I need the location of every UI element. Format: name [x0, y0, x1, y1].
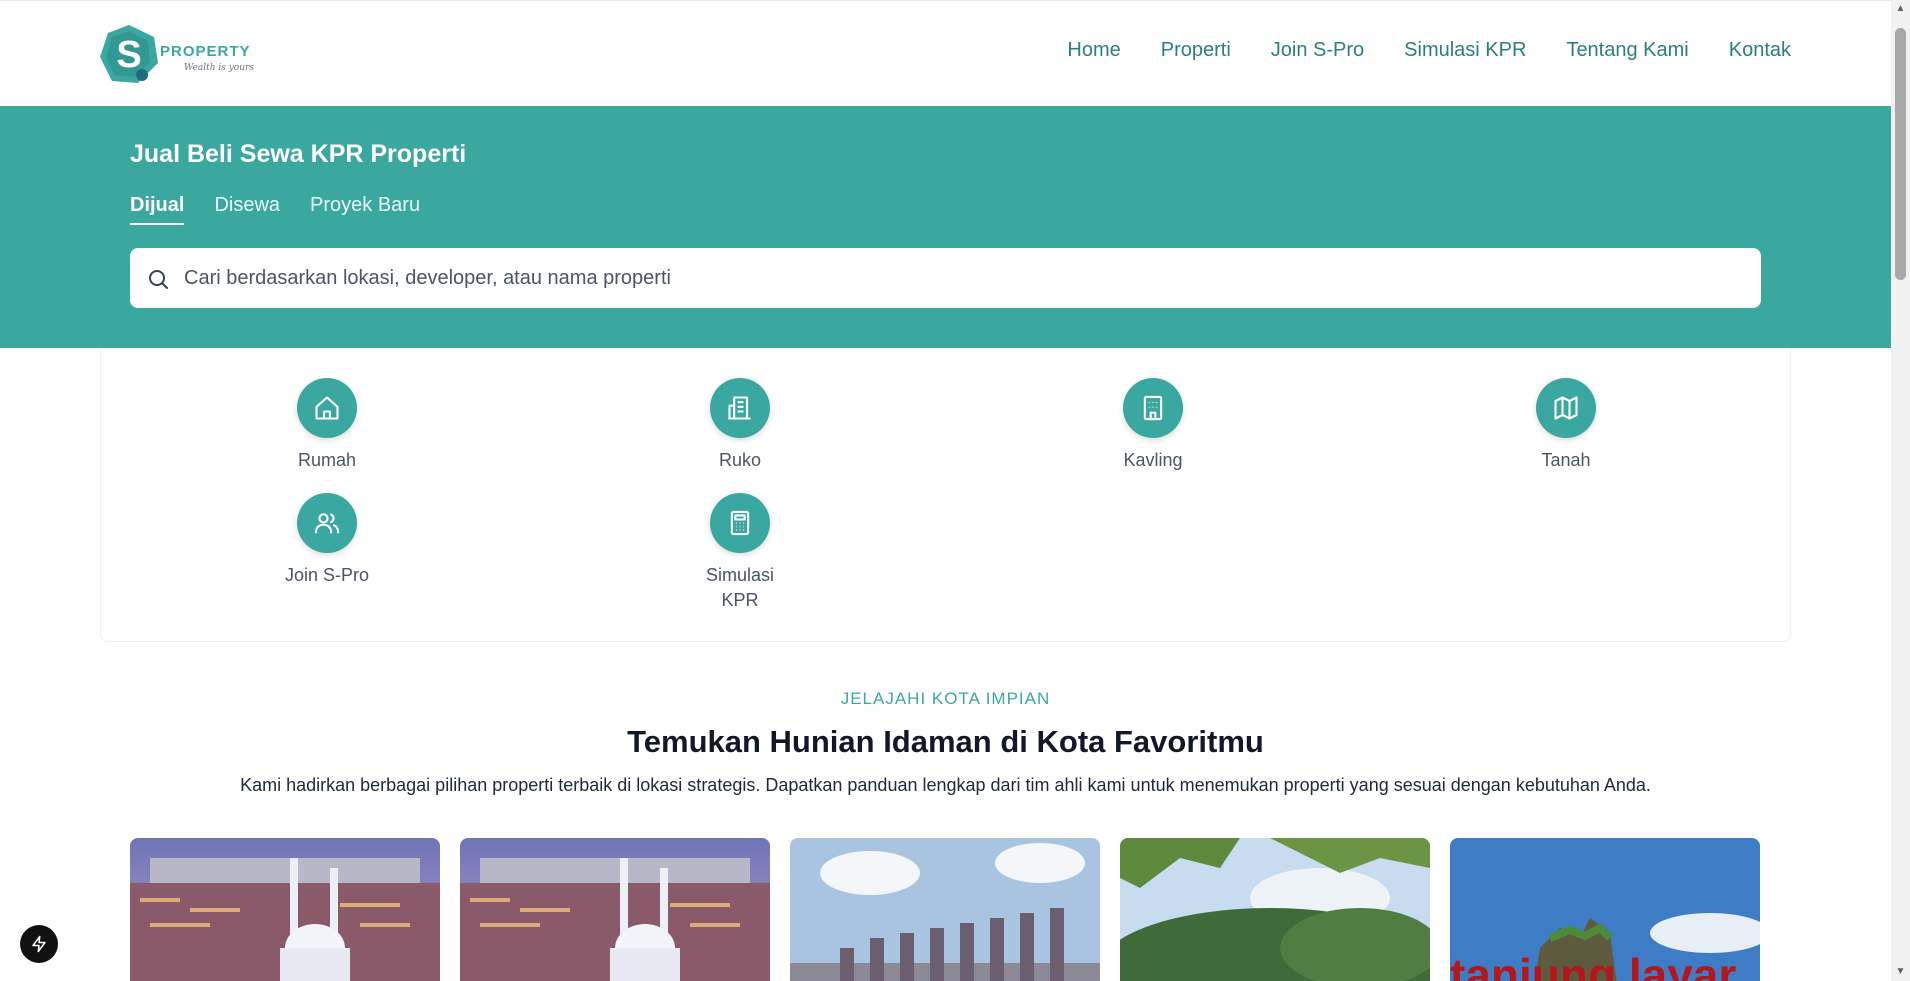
logo-wordmark: PROPERTY [160, 43, 251, 60]
search-icon [149, 270, 168, 289]
search-box [130, 248, 1761, 308]
category-kavling[interactable]: Kavling [1093, 378, 1213, 473]
main-nav: Home Properti Join S-Pro Simulasi KPR Te… [1067, 39, 1791, 62]
category-icon-wrap [297, 378, 357, 438]
nav-home[interactable]: Home [1067, 39, 1120, 62]
category-ruko[interactable]: Ruko [680, 378, 800, 473]
vertical-scrollbar[interactable]: ▲ ▼ [1891, 0, 1910, 981]
logo-mark-icon: S [100, 25, 158, 83]
users-icon [314, 513, 340, 534]
city-card[interactable] [460, 838, 770, 981]
nav-kontak[interactable]: Kontak [1729, 39, 1791, 62]
brand-logo[interactable]: S PROPERTY Wealth is yours [98, 23, 268, 87]
category-label: Rumah [297, 450, 357, 470]
scrollbar-thumb[interactable] [1895, 28, 1906, 280]
city-cards-row: tanjung layar [130, 838, 1761, 981]
nav-properti[interactable]: Properti [1161, 39, 1231, 62]
mosque-city-night-photo [130, 838, 440, 981]
category-icon-wrap [710, 378, 770, 438]
calculator-icon [730, 510, 750, 536]
category-icon-wrap [297, 493, 357, 553]
floating-action-button[interactable] [20, 925, 58, 963]
category-label: Ruko [718, 450, 762, 470]
listing-type-tabs: Dijual Disewa Proyek Baru [130, 194, 420, 225]
logo-tagline: Wealth is yours [184, 63, 254, 73]
city-card[interactable] [1120, 838, 1430, 981]
category-rumah[interactable]: Rumah [267, 378, 387, 473]
tab-disewa[interactable]: Disewa [214, 194, 280, 225]
category-icon-wrap [1536, 378, 1596, 438]
scroll-down-arrow-icon[interactable]: ▼ [1891, 963, 1910, 981]
card-overlay-text: tanjung layar [1450, 949, 1737, 981]
nav-join-spro[interactable]: Join S-Pro [1271, 39, 1364, 62]
category-grid: Rumah Ruko Kavling Tanah Join S-Pro Simu… [100, 348, 1791, 642]
category-simulasi-kpr[interactable]: Simulasi KPR [680, 493, 800, 613]
category-label: Kavling [1123, 450, 1183, 470]
office-building-icon [1143, 395, 1163, 421]
forest-lake-photo [1120, 838, 1430, 981]
map-icon [1554, 396, 1578, 420]
building-icon [728, 396, 751, 420]
hero-search-section: Jual Beli Sewa KPR Properti Dijual Disew… [0, 106, 1891, 348]
section-description: Kami hadirkan berbagai pilihan properti … [240, 775, 1651, 795]
search-input[interactable] [184, 248, 1744, 308]
tab-proyek-baru[interactable]: Proyek Baru [310, 194, 420, 225]
city-card[interactable] [790, 838, 1100, 981]
city-card[interactable] [130, 838, 440, 981]
tab-dijual[interactable]: Dijual [130, 194, 185, 225]
category-label: Join S-Pro [284, 565, 370, 585]
section-eyebrow: JELAJAHI KOTA IMPIAN [840, 689, 1051, 708]
monument-pillars-photo [790, 838, 1100, 981]
nav-tentang-kami[interactable]: Tentang Kami [1566, 39, 1688, 62]
mosque-city-night-photo [460, 838, 770, 981]
section-headline: Temukan Hunian Idaman di Kota Favoritmu [627, 724, 1264, 759]
hero-title: Jual Beli Sewa KPR Properti [130, 140, 467, 168]
page: S PROPERTY Wealth is yours Home Properti… [0, 0, 1891, 981]
category-label: Tanah [1541, 450, 1591, 470]
svg-text:S: S [116, 34, 141, 76]
category-tanah[interactable]: Tanah [1506, 378, 1626, 473]
scroll-up-arrow-icon[interactable]: ▲ [1891, 0, 1910, 18]
home-icon [315, 396, 339, 420]
lightning-icon [32, 935, 46, 953]
category-label: Simulasi KPR [705, 565, 775, 610]
nav-simulasi-kpr[interactable]: Simulasi KPR [1404, 39, 1526, 62]
category-icon-wrap [710, 493, 770, 553]
category-icon-wrap [1123, 378, 1183, 438]
top-navbar: S PROPERTY Wealth is yours Home Properti… [0, 0, 1891, 106]
city-card[interactable]: tanjung layar [1450, 838, 1760, 981]
category-join-spro[interactable]: Join S-Pro [267, 493, 387, 588]
